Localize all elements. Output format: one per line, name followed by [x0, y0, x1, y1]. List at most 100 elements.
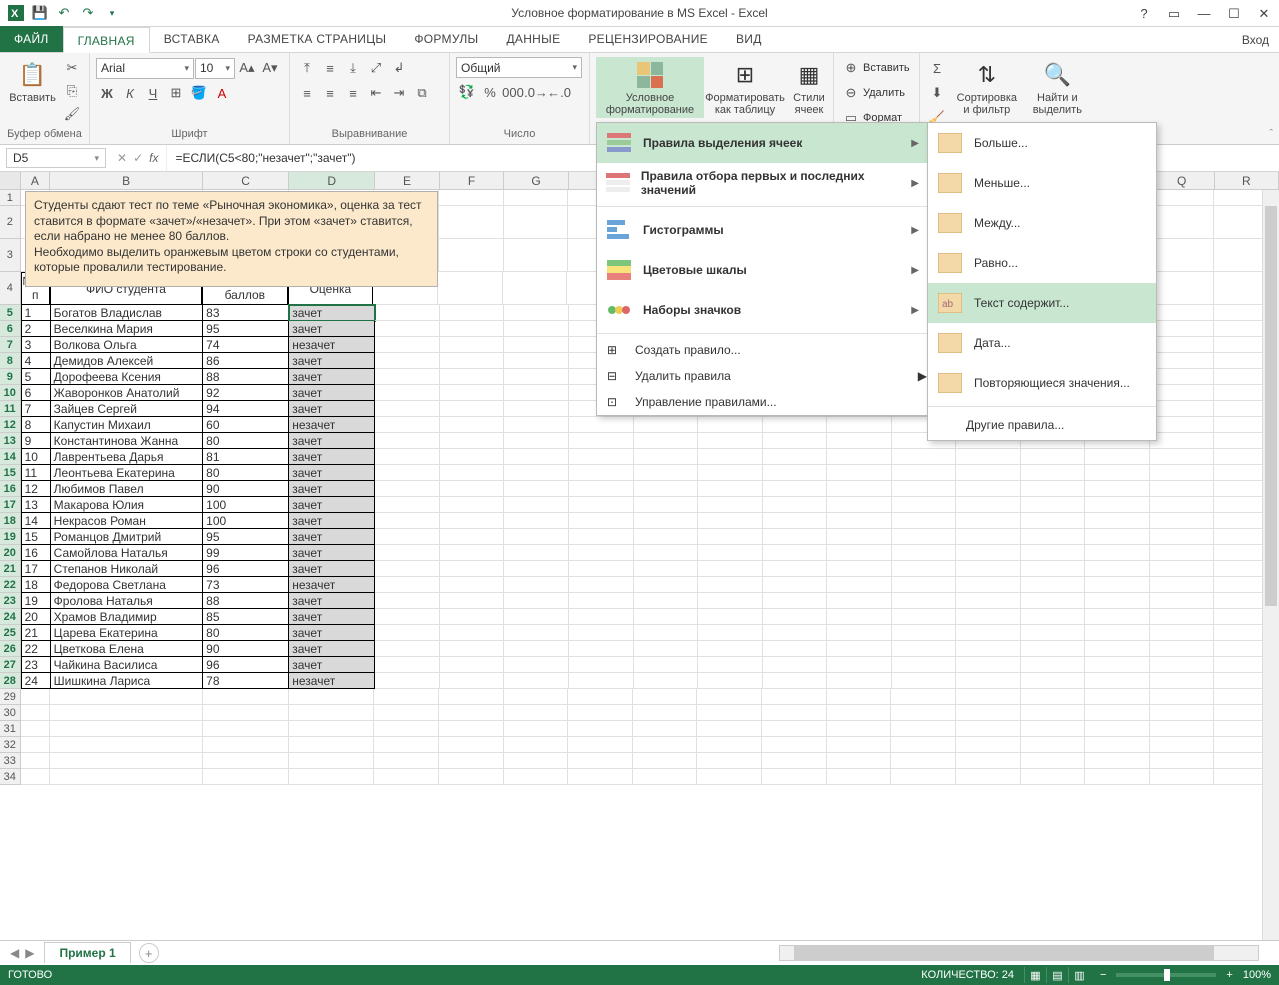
cell[interactable]: [956, 545, 1021, 561]
row-header[interactable]: 4: [0, 272, 21, 305]
cell[interactable]: [1150, 369, 1215, 385]
cell[interactable]: [1021, 721, 1086, 737]
row-header[interactable]: 12: [0, 417, 21, 433]
cell[interactable]: [827, 625, 892, 641]
cell[interactable]: [1085, 465, 1150, 481]
align-top-icon[interactable]: ⤒: [296, 57, 318, 79]
rule-greater-than[interactable]: Больше...: [928, 123, 1156, 163]
cell[interactable]: 6: [21, 385, 51, 401]
row-header[interactable]: 18: [0, 513, 21, 529]
cell[interactable]: [891, 753, 956, 769]
rule-between[interactable]: Между...: [928, 203, 1156, 243]
cf-top-bottom-rules[interactable]: Правила отбора первых и последних значен…: [597, 163, 927, 203]
cell[interactable]: [1021, 529, 1086, 545]
cell[interactable]: [956, 641, 1021, 657]
cell[interactable]: [569, 609, 634, 625]
cell[interactable]: 60: [203, 417, 289, 433]
cell[interactable]: [892, 593, 957, 609]
cell[interactable]: [956, 609, 1021, 625]
cell[interactable]: [1021, 577, 1086, 593]
cell[interactable]: [440, 481, 505, 497]
cell[interactable]: [634, 593, 699, 609]
cell[interactable]: 4: [21, 353, 51, 369]
cell[interactable]: [956, 737, 1021, 753]
cell[interactable]: [289, 721, 375, 737]
cell[interactable]: [697, 705, 762, 721]
cell[interactable]: [827, 673, 892, 689]
cell[interactable]: [289, 689, 375, 705]
rule-less-than[interactable]: Меньше...: [928, 163, 1156, 203]
cell[interactable]: [1021, 657, 1086, 673]
cell[interactable]: [1021, 449, 1086, 465]
zoom-in-icon[interactable]: +: [1226, 969, 1232, 981]
merge-icon[interactable]: ⧉: [411, 82, 433, 104]
cell[interactable]: [375, 609, 440, 625]
cell[interactable]: [956, 561, 1021, 577]
cell[interactable]: [374, 705, 439, 721]
cell[interactable]: 90: [203, 481, 289, 497]
currency-icon[interactable]: 💱: [456, 81, 478, 103]
row-header[interactable]: 34: [0, 769, 21, 785]
cell[interactable]: [1085, 449, 1150, 465]
row-header[interactable]: 32: [0, 737, 21, 753]
cell[interactable]: [21, 689, 51, 705]
cell[interactable]: [698, 497, 763, 513]
cell[interactable]: [698, 641, 763, 657]
sheet-nav-next-icon[interactable]: ▶: [25, 946, 34, 960]
cell[interactable]: зачет: [289, 609, 375, 625]
format-painter-icon[interactable]: 🖌: [61, 103, 83, 125]
cell[interactable]: [634, 529, 699, 545]
cell[interactable]: 22: [21, 641, 51, 657]
cell[interactable]: [1150, 497, 1215, 513]
cell[interactable]: зачет: [289, 529, 375, 545]
cell[interactable]: зачет: [289, 321, 375, 337]
cell[interactable]: 9: [21, 433, 51, 449]
cell[interactable]: [1150, 609, 1215, 625]
cell[interactable]: Богатов Владислав: [51, 305, 203, 321]
cell[interactable]: [1150, 657, 1215, 673]
cell[interactable]: [1150, 737, 1215, 753]
cell[interactable]: [634, 609, 699, 625]
row-header[interactable]: 17: [0, 497, 21, 513]
cell[interactable]: [762, 753, 827, 769]
increase-font-icon[interactable]: A▴: [236, 57, 258, 79]
cell[interactable]: [891, 769, 956, 785]
cell[interactable]: [569, 545, 634, 561]
cell[interactable]: [956, 577, 1021, 593]
indent-dec-icon[interactable]: ⇤: [365, 82, 387, 104]
view-page-break-icon[interactable]: ▥: [1068, 967, 1090, 983]
cell[interactable]: зачет: [289, 625, 375, 641]
cell[interactable]: [1021, 673, 1086, 689]
cell[interactable]: [698, 529, 763, 545]
cell[interactable]: 17: [21, 561, 51, 577]
cell[interactable]: [504, 721, 569, 737]
cell[interactable]: [1085, 657, 1150, 673]
cell[interactable]: [504, 609, 569, 625]
cell[interactable]: [827, 593, 892, 609]
cell[interactable]: [203, 721, 289, 737]
indent-inc-icon[interactable]: ⇥: [388, 82, 410, 104]
cell[interactable]: [1085, 545, 1150, 561]
cell[interactable]: 73: [203, 577, 289, 593]
cell[interactable]: [892, 657, 957, 673]
col-header[interactable]: C: [203, 172, 289, 189]
cell[interactable]: [440, 353, 505, 369]
cell[interactable]: Царева Екатерина: [51, 625, 203, 641]
cell[interactable]: [827, 417, 892, 433]
cell[interactable]: [634, 417, 699, 433]
row-header[interactable]: 2: [0, 206, 21, 239]
cell[interactable]: [827, 609, 892, 625]
cf-highlight-rules[interactable]: Правила выделения ячеек▶: [597, 123, 927, 163]
cell[interactable]: [697, 737, 762, 753]
cell[interactable]: [827, 641, 892, 657]
cell[interactable]: [698, 513, 763, 529]
cell[interactable]: [440, 321, 505, 337]
cell[interactable]: [956, 481, 1021, 497]
cell[interactable]: [504, 641, 569, 657]
row-header[interactable]: 3: [0, 239, 21, 272]
row-header[interactable]: 29: [0, 689, 21, 705]
cell[interactable]: [763, 641, 828, 657]
cell[interactable]: зачет: [289, 593, 375, 609]
cell[interactable]: [763, 625, 828, 641]
cell[interactable]: 21: [21, 625, 51, 641]
